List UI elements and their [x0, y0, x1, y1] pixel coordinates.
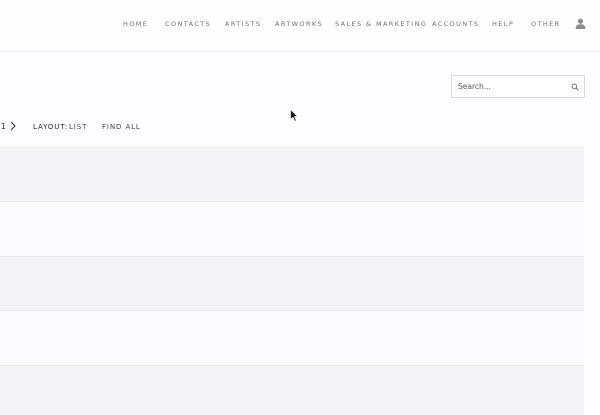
- list-item[interactable]: [0, 365, 584, 415]
- layout-label: LAYOUT:: [33, 123, 68, 131]
- list-item[interactable]: [0, 310, 584, 365]
- top-navigation: HOME CONTACTS ARTISTS ARTWORKS SALES & M…: [0, 0, 600, 52]
- nav-item-sales-marketing[interactable]: SALES & MARKETING: [335, 20, 427, 28]
- list-item[interactable]: [0, 256, 584, 310]
- app-page: HOME CONTACTS ARTISTS ARTWORKS SALES & M…: [0, 0, 600, 415]
- nav-item-contacts[interactable]: CONTACTS: [165, 20, 211, 28]
- nav-item-artworks[interactable]: ARTWORKS: [275, 20, 323, 28]
- nav-item-accounts[interactable]: ACCOUNTS: [432, 20, 479, 28]
- list-item[interactable]: [0, 201, 584, 256]
- page-number: 1: [1, 122, 6, 131]
- nav-item-help[interactable]: HELP: [492, 20, 514, 28]
- nav-item-other[interactable]: OTHER: [531, 20, 561, 28]
- nav-item-artists[interactable]: ARTISTS: [225, 20, 261, 28]
- search-input[interactable]: [452, 76, 564, 97]
- find-all-button[interactable]: FIND ALL: [102, 123, 141, 131]
- user-icon[interactable]: [575, 18, 586, 29]
- search-icon[interactable]: [571, 83, 579, 91]
- mouse-pointer-icon: [290, 109, 299, 122]
- layout-list-toggle[interactable]: LIST: [69, 123, 87, 131]
- nav-item-home[interactable]: HOME: [123, 20, 148, 28]
- chevron-right-icon[interactable]: [9, 121, 17, 131]
- list-item[interactable]: [0, 147, 584, 201]
- search-box: [451, 75, 585, 98]
